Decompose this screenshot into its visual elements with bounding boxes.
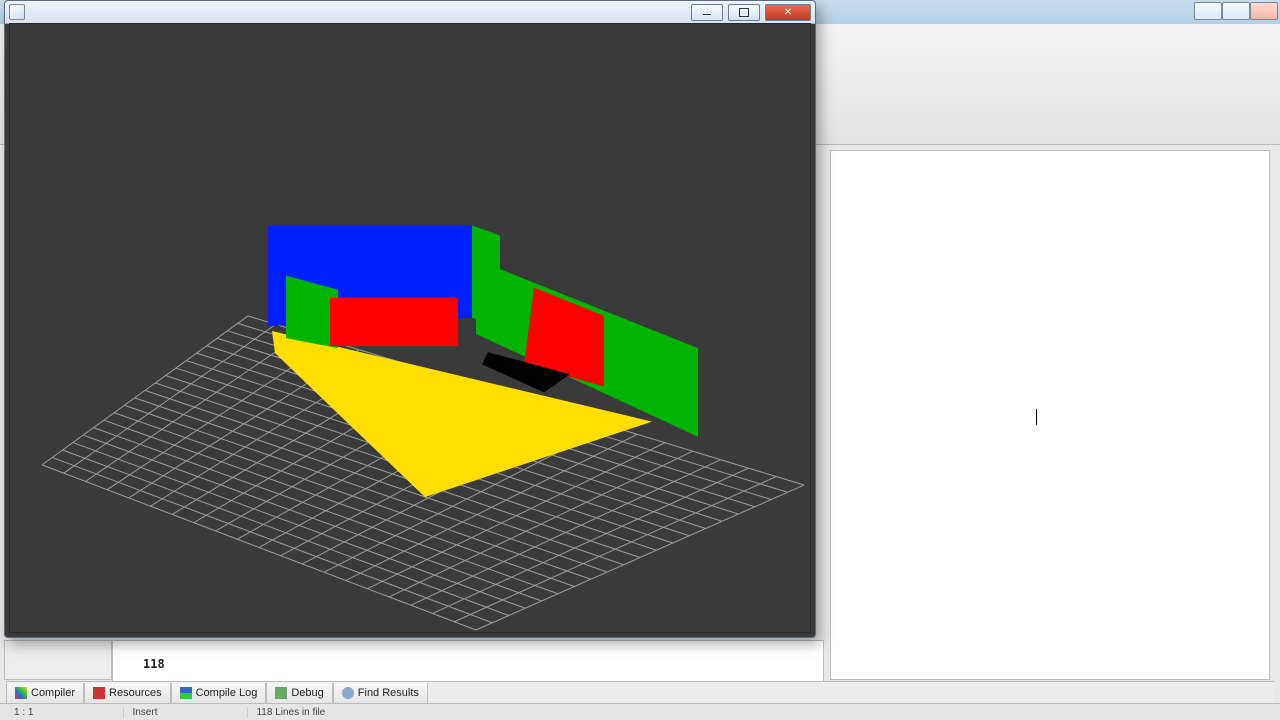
viewport-3d[interactable] — [9, 23, 811, 633]
compiler-icon — [15, 687, 27, 699]
tab-debug[interactable]: Debug — [266, 683, 332, 704]
ide-minimize-button[interactable] — [1194, 2, 1222, 20]
cube-left — [330, 298, 458, 346]
compile-log-icon — [180, 687, 192, 699]
close-button[interactable]: ✕ — [765, 4, 811, 21]
resources-icon — [93, 687, 105, 699]
tab-label: Resources — [109, 687, 162, 699]
tab-label: Debug — [291, 687, 323, 699]
tab-compile-log[interactable]: Compile Log — [171, 683, 267, 704]
scene-svg — [10, 24, 810, 632]
find-icon — [342, 687, 354, 699]
ide-maximize-button[interactable] — [1222, 2, 1250, 20]
tab-compiler[interactable]: Compiler — [6, 683, 84, 704]
status-cursor-pos: 1 : 1 — [14, 707, 33, 718]
editor-gutter-strip: 118 — [4, 640, 824, 678]
minimize-button[interactable] — [691, 4, 723, 21]
debug-icon — [275, 687, 287, 699]
tab-label: Find Results — [358, 687, 419, 699]
app-icon — [9, 4, 25, 20]
maximize-button[interactable] — [728, 4, 760, 21]
status-mode: Insert — [123, 707, 157, 718]
tab-resources[interactable]: Resources — [84, 683, 171, 704]
status-lines: 118 Lines in file — [247, 707, 325, 718]
text-caret — [1036, 409, 1037, 425]
opengl-window[interactable]: ✕ — [4, 0, 816, 638]
tab-label: Compiler — [31, 687, 75, 699]
tab-label: Compile Log — [196, 687, 258, 699]
ide-close-button[interactable] — [1250, 2, 1278, 20]
bottom-tab-strip: Compiler Resources Compile Log Debug Fin… — [6, 681, 1274, 704]
opengl-titlebar[interactable]: ✕ — [5, 1, 815, 24]
line-number: 118 — [143, 657, 165, 671]
code-editor[interactable] — [830, 150, 1270, 680]
gutter-margin — [4, 640, 112, 680]
status-bar: 1 : 1 Insert 118 Lines in file — [0, 703, 1280, 720]
tab-find-results[interactable]: Find Results — [333, 683, 428, 704]
